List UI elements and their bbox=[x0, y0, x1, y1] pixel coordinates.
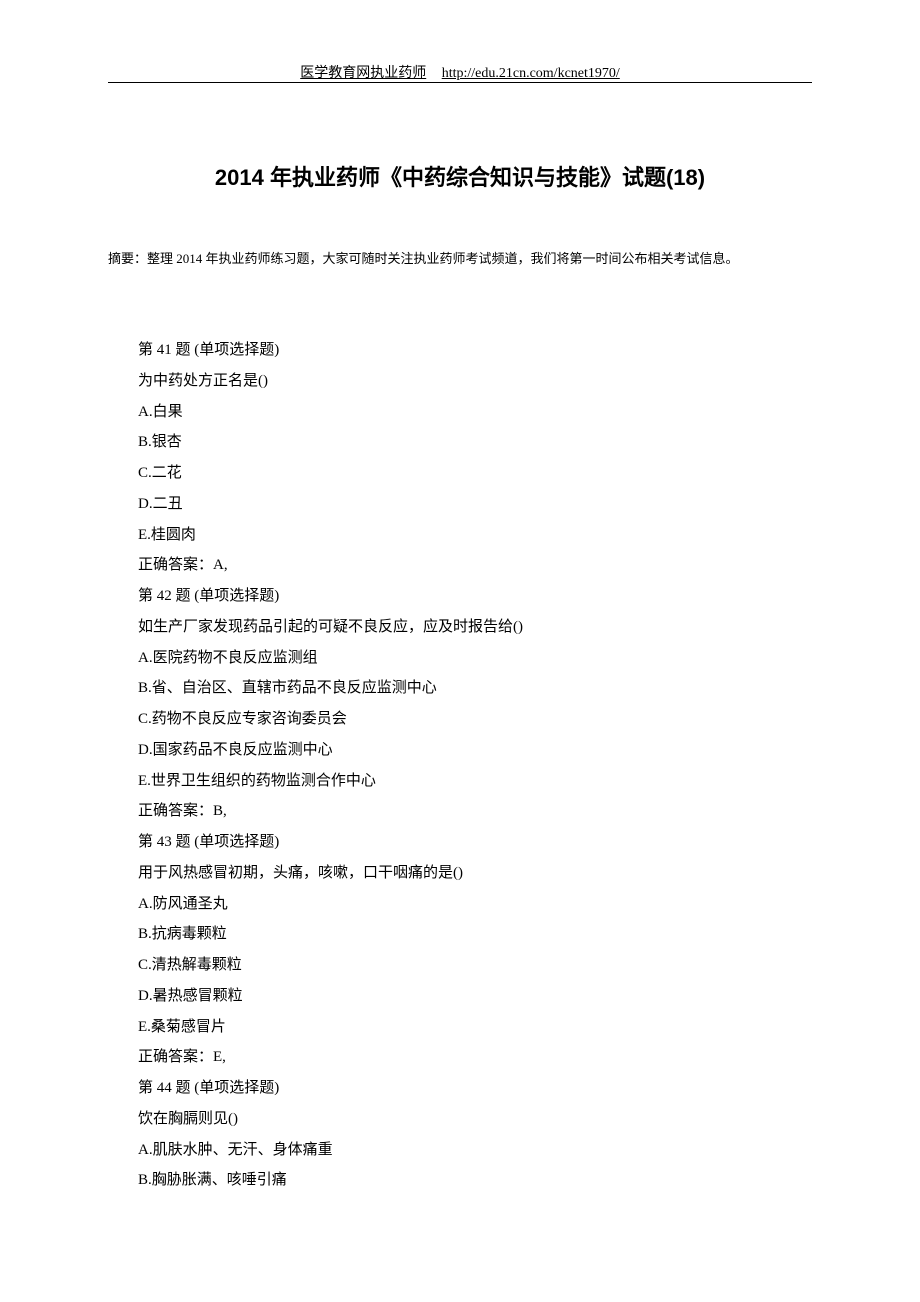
question-option: D.暑热感冒颗粒 bbox=[108, 981, 812, 1012]
page-title: 2014 年执业药师《中药综合知识与技能》试题(18) bbox=[0, 160, 920, 192]
question-option: A.白果 bbox=[108, 397, 812, 428]
question-option: E.桑菊感冒片 bbox=[108, 1012, 812, 1043]
question-answer: 正确答案：A, bbox=[108, 550, 812, 581]
question-header: 第 43 题 (单项选择题) bbox=[108, 827, 812, 858]
question-option: B.银杏 bbox=[108, 427, 812, 458]
question-option: A.医院药物不良反应监测组 bbox=[108, 643, 812, 674]
question-option: E.桂圆肉 bbox=[108, 520, 812, 551]
question-answer: 正确答案：B, bbox=[108, 796, 812, 827]
question-option: C.清热解毒颗粒 bbox=[108, 950, 812, 981]
question-header: 第 42 题 (单项选择题) bbox=[108, 581, 812, 612]
header-divider bbox=[108, 82, 812, 83]
question-option: C.二花 bbox=[108, 458, 812, 489]
question-option: A.防风通圣丸 bbox=[108, 889, 812, 920]
page-header: 医学教育网执业药师 http://edu.21cn.com/kcnet1970/ bbox=[0, 62, 920, 82]
question-option: B.省、自治区、直辖市药品不良反应监测中心 bbox=[108, 673, 812, 704]
question-option: A.肌肤水肿、无汗、身体痛重 bbox=[108, 1135, 812, 1166]
question-option: E.世界卫生组织的药物监测合作中心 bbox=[108, 766, 812, 797]
question-option: C.药物不良反应专家咨询委员会 bbox=[108, 704, 812, 735]
question-answer: 正确答案：E, bbox=[108, 1042, 812, 1073]
question-content: 第 41 题 (单项选择题) 为中药处方正名是() A.白果 B.银杏 C.二花… bbox=[108, 335, 812, 1196]
question-stem: 饮在胸膈则见() bbox=[108, 1104, 812, 1135]
question-option: B.胸胁胀满、咳唾引痛 bbox=[108, 1165, 812, 1196]
question-stem: 为中药处方正名是() bbox=[108, 366, 812, 397]
header-text: 医学教育网执业药师 http://edu.21cn.com/kcnet1970/ bbox=[300, 62, 620, 82]
question-option: D.二丑 bbox=[108, 489, 812, 520]
question-stem: 如生产厂家发现药品引起的可疑不良反应，应及时报告给() bbox=[108, 612, 812, 643]
question-option: D.国家药品不良反应监测中心 bbox=[108, 735, 812, 766]
question-header: 第 41 题 (单项选择题) bbox=[108, 335, 812, 366]
header-label: 医学教育网执业药师 bbox=[300, 66, 426, 81]
question-option: B.抗病毒颗粒 bbox=[108, 919, 812, 950]
question-stem: 用于风热感冒初期，头痛，咳嗽，口干咽痛的是() bbox=[108, 858, 812, 889]
abstract: 摘要：整理 2014 年执业药师练习题，大家可随时关注执业药师考试频道，我们将第… bbox=[108, 248, 812, 270]
header-url: http://edu.21cn.com/kcnet1970/ bbox=[442, 66, 620, 81]
question-header: 第 44 题 (单项选择题) bbox=[108, 1073, 812, 1104]
